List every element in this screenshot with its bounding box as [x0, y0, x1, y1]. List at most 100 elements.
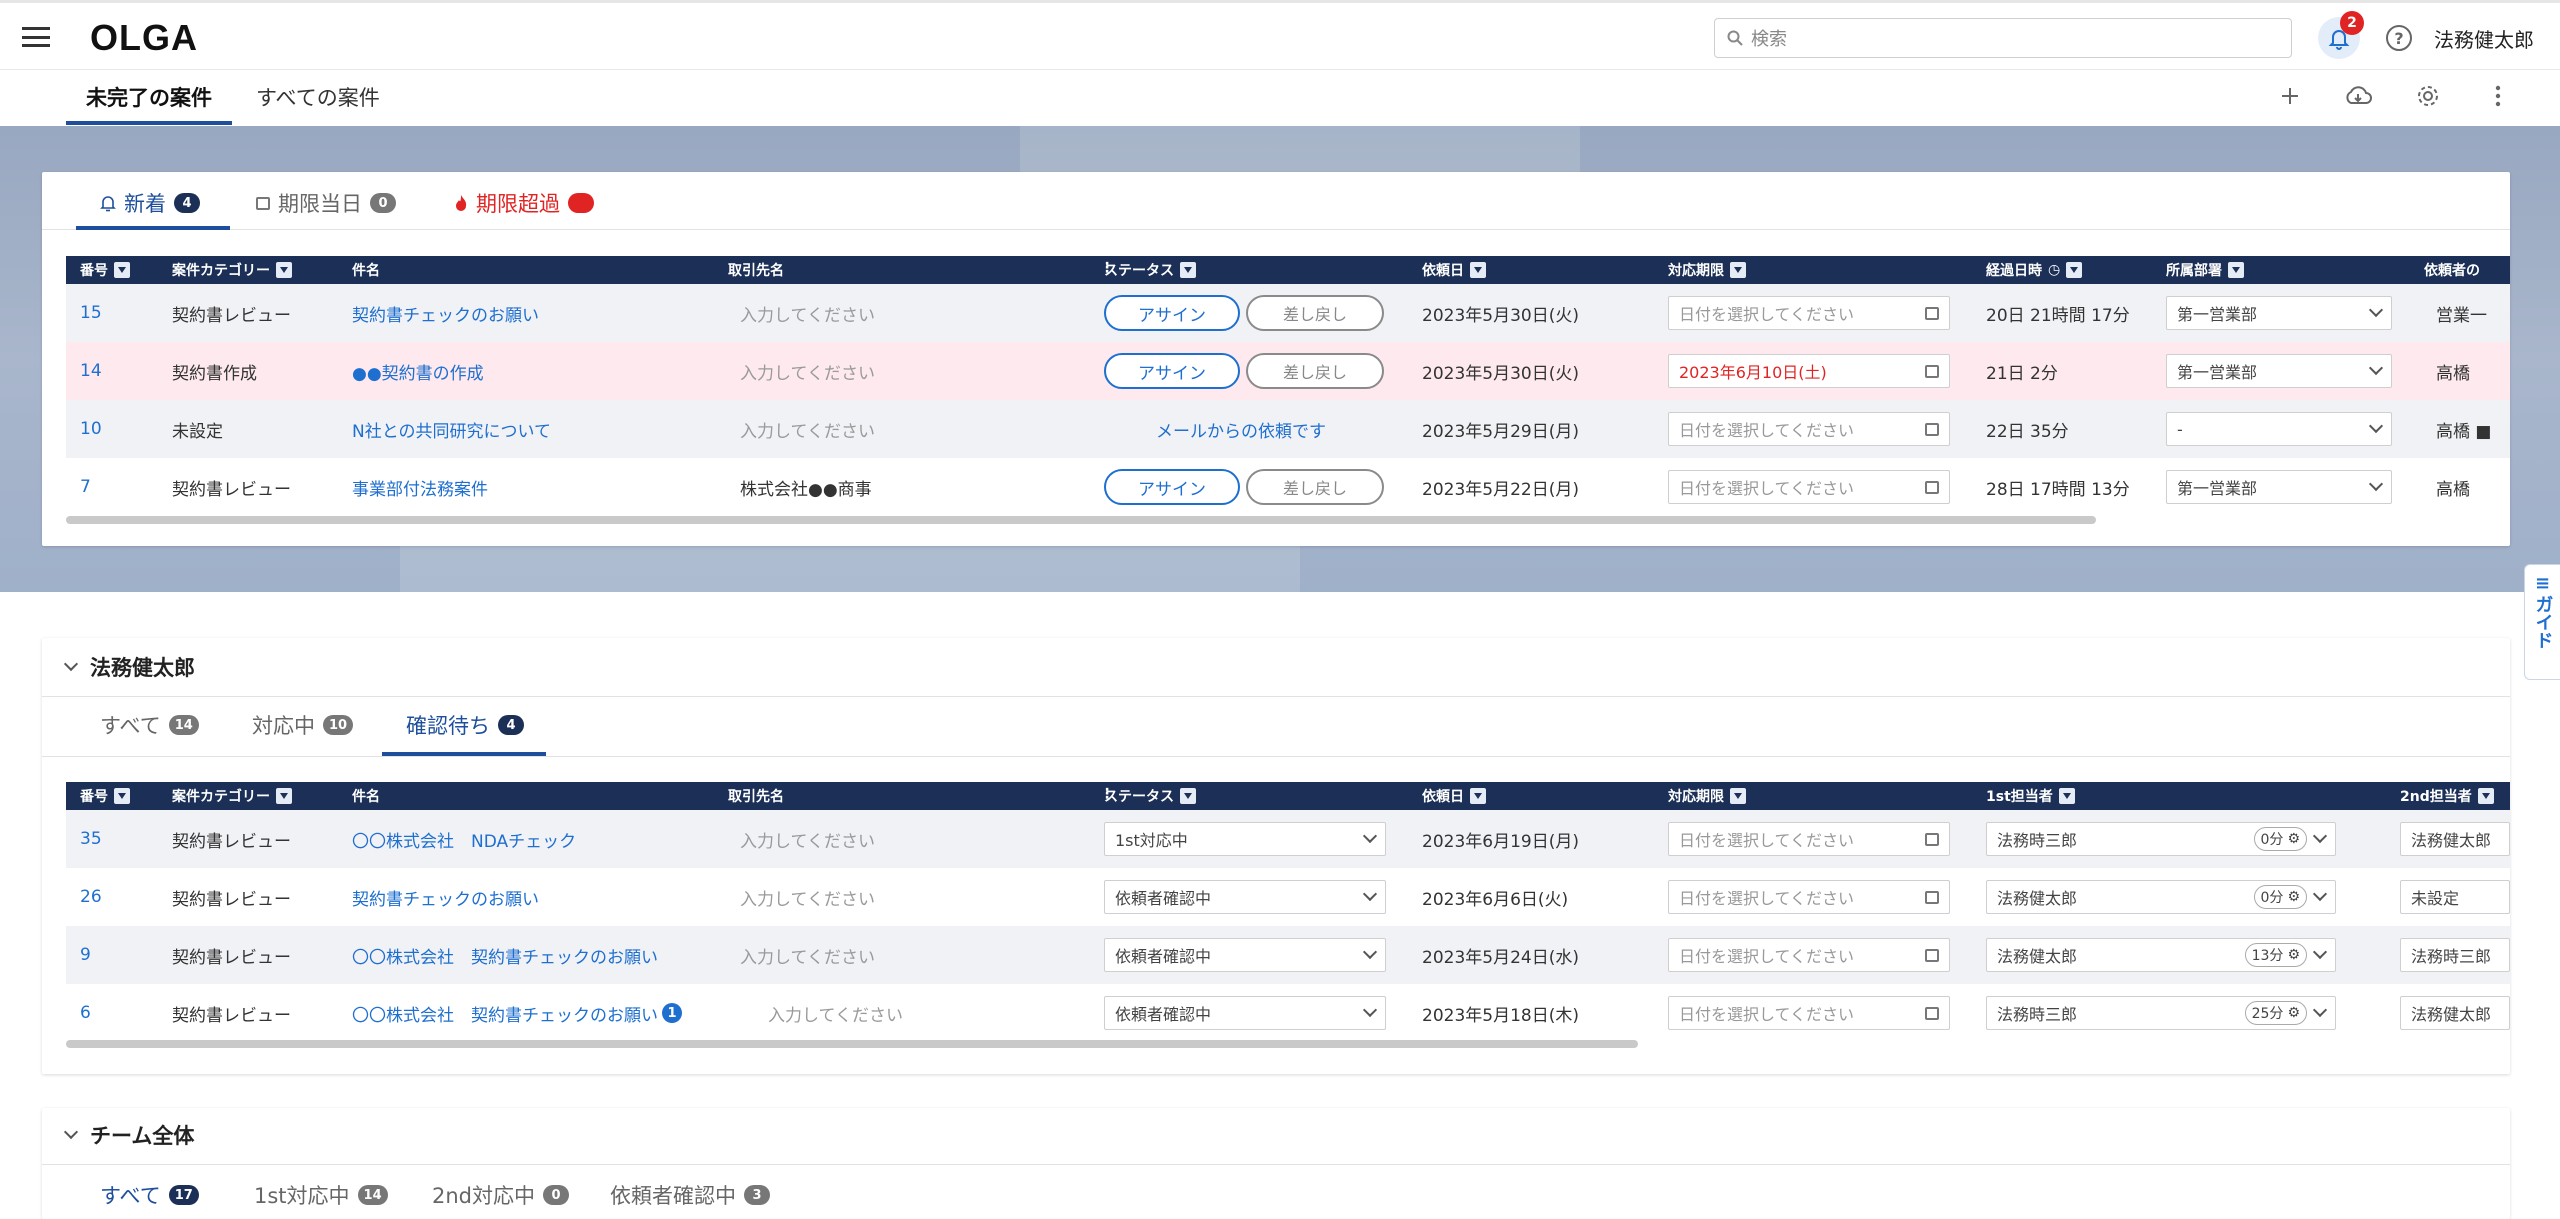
- col-deadline[interactable]: 対応期限: [1668, 260, 1746, 280]
- deadline-picker[interactable]: 日付を選択してください: [1668, 926, 1950, 984]
- tab-overdue[interactable]: 期限超過 2: [454, 188, 594, 218]
- partner-input[interactable]: 入力してください: [768, 984, 903, 1042]
- col-partner[interactable]: 取引先名: [728, 786, 784, 806]
- second-assignee-select[interactable]: 法務健太郎: [2400, 984, 2510, 1042]
- department-select[interactable]: -: [2166, 400, 2392, 458]
- sort-icon[interactable]: [1180, 262, 1196, 278]
- email-request-link[interactable]: メールからの依頼です: [1156, 400, 1326, 458]
- case-title-link[interactable]: ●●契約書の作成: [352, 342, 484, 400]
- search-input[interactable]: 検索: [1714, 18, 2292, 58]
- sort-icon[interactable]: [114, 788, 130, 804]
- case-title-link[interactable]: 〇〇株式会社 契約書チェックのお願い 1: [352, 984, 682, 1042]
- assign-button[interactable]: アサイン: [1104, 469, 1240, 505]
- app-logo[interactable]: OLGA: [90, 17, 198, 59]
- partner-input[interactable]: 入力してください: [740, 284, 875, 342]
- partner-input[interactable]: 入力してください: [740, 926, 875, 984]
- tab-incomplete-cases[interactable]: 未完了の案件: [86, 82, 212, 126]
- col-status[interactable]: ステータス: [1104, 260, 1196, 280]
- case-number[interactable]: 14: [80, 342, 102, 400]
- status-select[interactable]: 1st対応中: [1104, 810, 1386, 868]
- tab-team-first[interactable]: 1st対応中 14: [254, 1180, 388, 1210]
- col-elapsed[interactable]: 経過日時 ◷: [1986, 260, 2083, 280]
- return-button[interactable]: 差し戻し: [1246, 295, 1384, 331]
- return-button[interactable]: 差し戻し: [1246, 353, 1384, 389]
- table-row[interactable]: 7 契約書レビュー 事業部付法務案件 株式会社●●商事 アサイン 差し戻し 20…: [66, 458, 2510, 516]
- case-title-link[interactable]: 契約書チェックのお願い: [352, 868, 539, 926]
- case-title-link[interactable]: 〇〇株式会社 NDAチェック: [352, 810, 576, 868]
- sort-icon[interactable]: [1730, 262, 1746, 278]
- partner-input[interactable]: 入力してください: [740, 342, 875, 400]
- col-second-assignee[interactable]: 2nd担当者: [2400, 786, 2494, 806]
- tab-team-second[interactable]: 2nd対応中 0: [432, 1180, 570, 1210]
- deadline-picker[interactable]: 日付を選択してください: [1668, 458, 1950, 516]
- section-header-team[interactable]: チーム全体: [63, 1120, 194, 1150]
- sort-icon[interactable]: [114, 262, 130, 278]
- second-assignee-select[interactable]: 未設定: [2400, 868, 2510, 926]
- sort-icon[interactable]: [276, 788, 292, 804]
- table-row[interactable]: 9 契約書レビュー 〇〇株式会社 契約書チェックのお願い 入力してください 依頼…: [66, 926, 2510, 984]
- tab-team-requester-check[interactable]: 依頼者確認中 3: [610, 1180, 770, 1210]
- case-number[interactable]: 15: [80, 284, 102, 342]
- more-vertical-icon[interactable]: [2482, 80, 2514, 112]
- first-assignee-select[interactable]: 法務時三郎 25分 ⚙: [1986, 984, 2336, 1042]
- deadline-picker[interactable]: 日付を選択してください: [1668, 810, 1950, 868]
- col-category[interactable]: 案件カテゴリー: [172, 786, 292, 806]
- return-button[interactable]: 差し戻し: [1246, 469, 1384, 505]
- col-title[interactable]: 件名: [352, 260, 380, 280]
- table-row[interactable]: 26 契約書レビュー 契約書チェックのお願い 入力してください 依頼者確認中 2…: [66, 868, 2510, 926]
- department-select[interactable]: 第一営業部: [2166, 458, 2392, 516]
- deadline-picker[interactable]: 日付を選択してください: [1668, 984, 1950, 1042]
- col-department[interactable]: 所属部署: [2166, 260, 2244, 280]
- gear-icon[interactable]: [2412, 80, 2444, 112]
- col-requested[interactable]: 依頼日: [1422, 786, 1486, 806]
- table-row[interactable]: 35 契約書レビュー 〇〇株式会社 NDAチェック 入力してください 1st対応…: [66, 810, 2510, 868]
- sort-icon[interactable]: [2477, 788, 2494, 804]
- col-deadline[interactable]: 対応期限: [1668, 786, 1746, 806]
- col-requested[interactable]: 依頼日: [1422, 260, 1486, 280]
- help-icon[interactable]: ?: [2386, 25, 2412, 51]
- table-row[interactable]: 14 契約書作成 ●●契約書の作成 入力してください アサイン 差し戻し 202…: [66, 342, 2510, 400]
- chevron-down-icon[interactable]: [63, 1124, 79, 1140]
- section-header-personal[interactable]: 法務健太郎: [63, 652, 195, 682]
- case-number[interactable]: 6: [80, 984, 91, 1042]
- department-select[interactable]: 第一営業部: [2166, 342, 2392, 400]
- status-select[interactable]: 依頼者確認中: [1104, 984, 1386, 1042]
- menu-icon[interactable]: [22, 27, 50, 47]
- status-select[interactable]: 依頼者確認中: [1104, 926, 1386, 984]
- guide-button[interactable]: ≡ ガイド: [2524, 564, 2560, 680]
- partner-input[interactable]: 入力してください: [740, 868, 875, 926]
- partner-input[interactable]: 入力してください: [740, 400, 875, 458]
- deadline-picker[interactable]: 日付を選択してください: [1668, 284, 1950, 342]
- deadline-picker[interactable]: 日付を選択してください: [1668, 868, 1950, 926]
- table-row[interactable]: 10 未設定 N社との共同研究について 入力してください メールからの依頼です …: [66, 400, 2510, 458]
- sort-icon[interactable]: [1730, 788, 1746, 804]
- tab-personal-awaiting[interactable]: 確認待ち 4: [406, 710, 524, 740]
- sort-icon[interactable]: [276, 262, 292, 278]
- sort-icon[interactable]: [2066, 262, 2083, 278]
- sort-icon[interactable]: [2228, 262, 2244, 278]
- tab-personal-all[interactable]: すべて 14: [100, 710, 199, 740]
- assign-button[interactable]: アサイン: [1104, 295, 1240, 331]
- case-title-link[interactable]: N社との共同研究について: [352, 400, 551, 458]
- tab-team-all[interactable]: すべて 17: [100, 1180, 199, 1210]
- col-number[interactable]: 番号: [80, 260, 130, 280]
- deadline-picker[interactable]: 2023年6月10日(土): [1668, 342, 1950, 400]
- col-first-assignee[interactable]: 1st担当者: [1986, 786, 2075, 806]
- case-title-link[interactable]: 事業部付法務案件: [352, 458, 488, 516]
- status-select[interactable]: 依頼者確認中: [1104, 868, 1386, 926]
- chevron-down-icon[interactable]: [63, 656, 79, 672]
- horizontal-scrollbar[interactable]: [66, 516, 2096, 524]
- case-title-link[interactable]: 〇〇株式会社 契約書チェックのお願い: [352, 926, 658, 984]
- table-row[interactable]: 6 契約書レビュー 〇〇株式会社 契約書チェックのお願い 1 入力してください 依…: [66, 984, 2510, 1042]
- col-partner[interactable]: 取引先名: [728, 260, 784, 280]
- tab-all-cases[interactable]: すべての案件: [256, 82, 380, 126]
- col-requester[interactable]: 依頼者の: [2424, 260, 2480, 280]
- case-number[interactable]: 9: [80, 926, 91, 984]
- partner-input[interactable]: 入力してください: [740, 810, 875, 868]
- case-number[interactable]: 35: [80, 810, 102, 868]
- case-title-link[interactable]: 契約書チェックのお願い: [352, 284, 539, 342]
- sort-icon[interactable]: [1470, 788, 1486, 804]
- deadline-picker[interactable]: 日付を選択してください: [1668, 400, 1950, 458]
- col-title[interactable]: 件名: [352, 786, 380, 806]
- user-name[interactable]: 法務健太郎: [2434, 24, 2534, 53]
